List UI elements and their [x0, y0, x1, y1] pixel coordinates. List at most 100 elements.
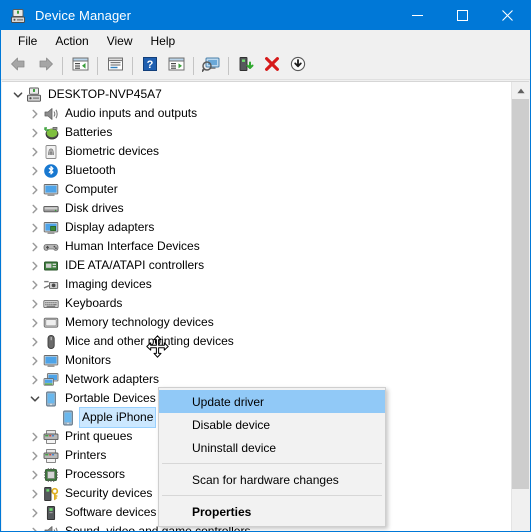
chevron-right-icon[interactable]	[27, 104, 43, 123]
chevron-right-icon[interactable]	[27, 522, 43, 531]
tree-item-label: IDE ATA/ATAPI controllers	[65, 258, 205, 272]
vertical-scrollbar[interactable]	[511, 82, 529, 531]
tree-item-label: Print queues	[65, 429, 133, 443]
toolbar-console-tree[interactable]	[67, 54, 93, 78]
tree-item-label: Apple iPhone	[78, 407, 157, 428]
tree-item-disk-drives[interactable]: Disk drives	[2, 199, 508, 218]
monitor-icon	[43, 182, 59, 198]
chevron-right-icon[interactable]	[27, 218, 43, 237]
toolbar-back[interactable]	[6, 54, 32, 78]
toolbar-update-driver[interactable]	[233, 54, 259, 78]
chevron-right-icon[interactable]	[27, 142, 43, 161]
scrollbar-thumb[interactable]	[512, 99, 529, 489]
chevron-down-icon[interactable]	[10, 85, 26, 104]
tree-item-keyboards[interactable]: Keyboards	[2, 294, 508, 313]
tree-item-label: Display adapters	[65, 220, 155, 234]
show-hide-console-tree-icon	[72, 56, 89, 75]
tree-item-label: Audio inputs and outputs	[65, 106, 198, 120]
tree-item-monitors[interactable]: Monitors	[2, 351, 508, 370]
tree-item-audio-inputs-and-outputs[interactable]: Audio inputs and outputs	[2, 104, 508, 123]
chevron-right-icon[interactable]	[27, 256, 43, 275]
network-adapter-icon	[43, 372, 59, 388]
chevron-right-icon[interactable]	[27, 275, 43, 294]
ide-controller-icon	[43, 258, 59, 274]
chevron-right-icon[interactable]	[27, 370, 43, 389]
tree-item-ide-ata-atapi-controllers[interactable]: IDE ATA/ATAPI controllers	[2, 256, 508, 275]
toolbar-help[interactable]: ?	[137, 54, 163, 78]
action-view-icon	[168, 56, 185, 75]
tree-item-mice-and-other-pointing-devices[interactable]: Mice and other pointing devices	[2, 332, 508, 351]
toolbar-separator-2	[97, 56, 98, 75]
toolbar-action-view[interactable]	[163, 54, 189, 78]
title-bar: Device Manager	[1, 1, 530, 30]
svg-text:?: ?	[147, 59, 154, 71]
chevron-right-icon[interactable]	[27, 465, 43, 484]
toolbar-scan-hardware[interactable]	[198, 54, 224, 78]
maximize-button[interactable]	[440, 1, 485, 30]
toolbar-separator-3	[132, 56, 133, 75]
menu-file[interactable]: File	[9, 32, 46, 51]
chevron-right-icon[interactable]	[27, 313, 43, 332]
toolbar-uninstall-device[interactable]	[259, 54, 285, 78]
gamepad-icon	[43, 239, 59, 255]
twisty-placeholder	[44, 408, 60, 427]
context-menu-scan-for-hardware-changes[interactable]: Scan for hardware changes	[159, 468, 385, 491]
context-menu-disable-device[interactable]: Disable device	[159, 413, 385, 436]
toolbar-forward[interactable]	[32, 54, 58, 78]
toolbar-properties[interactable]	[102, 54, 128, 78]
chevron-down-icon[interactable]	[27, 389, 43, 408]
chevron-right-icon[interactable]	[27, 427, 43, 446]
context-menu-update-driver[interactable]: Update driver	[159, 390, 385, 413]
tree-item-label: Software devices	[65, 505, 157, 519]
chevron-right-icon[interactable]	[27, 237, 43, 256]
tree-item-memory-technology-devices[interactable]: Memory technology devices	[2, 313, 508, 332]
chevron-right-icon[interactable]	[27, 503, 43, 522]
toolbar: ?	[1, 52, 530, 80]
tree-item-label: Memory technology devices	[65, 315, 214, 329]
chevron-right-icon[interactable]	[27, 161, 43, 180]
tree-item-biometric-devices[interactable]: Biometric devices	[2, 142, 508, 161]
uninstall-device-icon	[264, 56, 280, 75]
chevron-right-icon[interactable]	[27, 180, 43, 199]
context-menu-uninstall-device[interactable]: Uninstall device	[159, 436, 385, 459]
tree-item-desktop-nvp45a7[interactable]: DESKTOP-NVP45A7	[2, 85, 508, 104]
tree-item-label: Biometric devices	[65, 144, 160, 158]
menu-help[interactable]: Help	[142, 32, 185, 51]
scan-for-hardware-changes-icon	[201, 56, 220, 75]
tree-item-display-adapters[interactable]: Display adapters	[2, 218, 508, 237]
chevron-right-icon[interactable]	[27, 446, 43, 465]
tree-item-human-interface-devices[interactable]: Human Interface Devices	[2, 237, 508, 256]
toolbar-disable-device[interactable]	[285, 54, 311, 78]
disk-drive-icon	[43, 201, 59, 217]
chevron-right-icon[interactable]	[27, 484, 43, 503]
tree-item-imaging-devices[interactable]: Imaging devices	[2, 275, 508, 294]
chevron-right-icon[interactable]	[27, 123, 43, 142]
menu-view[interactable]: View	[98, 32, 142, 51]
tree-item-bluetooth[interactable]: Bluetooth	[2, 161, 508, 180]
toolbar-separator-1	[62, 56, 63, 75]
speaker-icon	[43, 524, 59, 531]
tree-item-label: Security devices	[65, 486, 153, 500]
menu-bar: File Action View Help	[1, 30, 530, 52]
tree-item-label: Network adapters	[65, 372, 160, 386]
minimize-button[interactable]	[395, 1, 440, 30]
close-button[interactable]	[485, 1, 530, 30]
chevron-right-icon[interactable]	[27, 351, 43, 370]
context-menu-properties[interactable]: Properties	[159, 500, 385, 523]
disable-device-icon	[290, 56, 306, 75]
toolbar-separator-5	[228, 56, 229, 75]
tree-item-label: Computer	[65, 182, 118, 196]
menu-action[interactable]: Action	[46, 32, 97, 51]
tree-item-batteries[interactable]: Batteries	[2, 123, 508, 142]
scroll-up-button[interactable]	[512, 82, 529, 99]
computer-root-icon	[26, 87, 42, 103]
tree-item-computer[interactable]: Computer	[2, 180, 508, 199]
tree-item-label: Processors	[65, 467, 126, 481]
processor-icon	[43, 467, 59, 483]
chevron-right-icon[interactable]	[27, 332, 43, 351]
tree-item-label: DESKTOP-NVP45A7	[48, 87, 162, 101]
chevron-right-icon[interactable]	[27, 199, 43, 218]
chevron-right-icon[interactable]	[27, 294, 43, 313]
context-menu-separator-2	[162, 495, 382, 496]
context-menu-separator-1	[162, 463, 382, 464]
